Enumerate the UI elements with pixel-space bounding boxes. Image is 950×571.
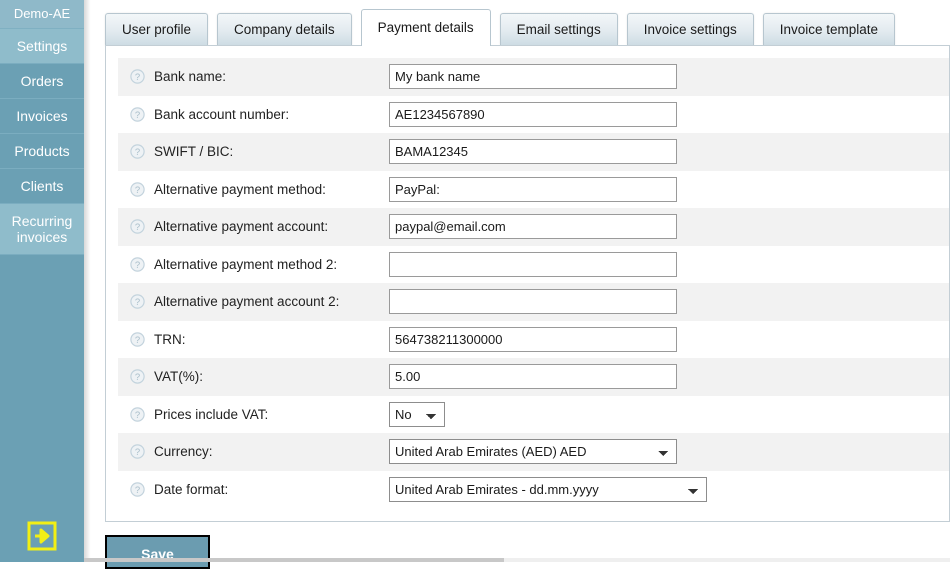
label-bank-account-number: Bank account number: (154, 106, 290, 122)
help-question-icon[interactable]: ? (130, 444, 145, 459)
svg-text:?: ? (135, 72, 140, 83)
svg-text:?: ? (135, 335, 140, 346)
svg-text:?: ? (135, 260, 140, 271)
tab-label: Company details (234, 22, 335, 37)
help-question-icon[interactable]: ? (130, 369, 145, 384)
tab-invoice-template[interactable]: Invoice template (762, 13, 896, 46)
svg-text:?: ? (135, 447, 140, 458)
help-question-icon[interactable]: ? (130, 482, 145, 497)
alt-payment-account-input[interactable] (389, 214, 677, 240)
svg-text:?: ? (135, 372, 140, 383)
tab-company-details[interactable]: Company details (217, 13, 352, 46)
horizontal-scrollbar-thumb[interactable] (84, 558, 504, 562)
sidebar-item-label: Orders (20, 73, 64, 89)
tab-label: Email settings (516, 22, 601, 37)
swift-bic-input[interactable] (389, 139, 677, 165)
sidebar-item-settings[interactable]: Settings (0, 29, 84, 64)
label-prices-include-vat: Prices include VAT: (154, 406, 269, 422)
help-question-icon[interactable]: ? (130, 294, 145, 309)
tab-label: Invoice template (779, 22, 879, 37)
label-date-format: Date format: (154, 481, 229, 497)
label-currency: Currency: (154, 444, 213, 460)
tab-label: Payment details (377, 20, 474, 35)
tab-invoice-settings[interactable]: Invoice settings (626, 13, 754, 46)
svg-text:?: ? (135, 222, 140, 233)
sidebar-item-recurring-invoices[interactable]: Recurring invoices (0, 204, 84, 255)
horizontal-scrollbar[interactable] (84, 558, 950, 562)
sidebar-item-label: Invoices (16, 108, 68, 124)
sidebar-item-label: Products (14, 143, 70, 159)
label-alt-payment-account-2: Alternative payment account 2: (154, 294, 340, 310)
form-row-alt-payment-account-2: ? Alternative payment account 2: (118, 283, 949, 321)
form-row-date-format: ? Date format: United Arab Emirates - dd.m… (118, 470, 949, 508)
prices-include-vat-select[interactable]: NoYes (389, 401, 445, 427)
logout-wrap (0, 521, 84, 554)
form-row-bank-account-number: ? Bank account number: (118, 95, 949, 133)
tab-email-settings[interactable]: Email settings (499, 13, 618, 46)
svg-text:?: ? (135, 147, 140, 158)
save-button[interactable]: Save (105, 535, 210, 569)
form-row-swift-bic: ? SWIFT / BIC: (118, 133, 949, 171)
svg-text:?: ? (135, 110, 140, 121)
svg-text:?: ? (135, 410, 140, 421)
help-question-icon[interactable]: ? (130, 107, 145, 122)
form-row-prices-include-vat: ? Prices include VAT: NoYes (118, 395, 949, 433)
label-alt-payment-method-2: Alternative payment method 2: (154, 256, 338, 272)
help-question-icon[interactable]: ? (130, 219, 145, 234)
alt-payment-method-input[interactable] (389, 176, 677, 202)
sidebar-item-label: Settings (16, 38, 68, 54)
help-question-icon[interactable]: ? (130, 69, 145, 84)
bank-account-number-input[interactable] (389, 101, 677, 127)
tab-label: User profile (122, 22, 192, 37)
alt-payment-method-2-input[interactable] (389, 251, 677, 277)
vat-percent-input[interactable] (389, 364, 677, 390)
trn-input[interactable] (389, 326, 677, 352)
label-alt-payment-account: Alternative payment account: (154, 219, 329, 235)
form-row-alt-payment-method-2: ? Alternative payment method 2: (118, 245, 949, 283)
bank-name-input[interactable] (389, 64, 677, 90)
help-question-icon[interactable]: ? (130, 182, 145, 197)
currency-select[interactable]: United Arab Emirates (AED) AED (389, 439, 677, 465)
svg-text:?: ? (135, 297, 140, 308)
sidebar-item-label: Clients (20, 178, 64, 194)
form-row-currency: ? Currency: United Arab Emirates (AED) AED (118, 433, 949, 471)
tabstrip: User profile Company details Payment detai… (105, 9, 950, 46)
sidebar-brand: Demo-AE (0, 0, 84, 29)
payment-details-form: ? Bank name:? Bank account number:? SWIFT /… (106, 58, 949, 508)
svg-text:?: ? (135, 485, 140, 496)
svg-text:?: ? (135, 185, 140, 196)
payment-details-panel: ? Bank name:? Bank account number:? SWIFT /… (105, 45, 950, 522)
form-row-vat-percent: ? VAT(%): (118, 358, 949, 396)
sidebar-item-invoices[interactable]: Invoices (0, 99, 84, 134)
label-vat-percent: VAT(%): (154, 369, 203, 385)
form-row-trn: ? TRN: (118, 320, 949, 358)
label-swift-bic: SWIFT / BIC: (154, 144, 234, 160)
date-format-select[interactable]: United Arab Emirates - dd.mm.yyyy (389, 476, 707, 502)
sidebar-item-clients[interactable]: Clients (0, 169, 84, 204)
form-row-alt-payment-account: ? Alternative payment account: (118, 208, 949, 246)
help-question-icon[interactable]: ? (130, 407, 145, 422)
sidebar-item-orders[interactable]: Orders (0, 64, 84, 99)
form-row-bank-name: ? Bank name: (118, 58, 949, 96)
help-question-icon[interactable]: ? (130, 257, 145, 272)
label-alt-payment-method: Alternative payment method: (154, 181, 326, 197)
logout-arrow-icon[interactable] (27, 521, 57, 551)
label-trn: TRN: (154, 331, 186, 347)
tab-user-profile[interactable]: User profile (105, 13, 209, 46)
sidebar-shadow (84, 0, 94, 562)
sidebar-nav: Settings Orders Invoices Products Clients Rec… (0, 29, 84, 255)
sidebar-item-label: Recurring invoices (11, 213, 73, 245)
form-row-alt-payment-method: ? Alternative payment method: (118, 170, 949, 208)
tab-payment-details[interactable]: Payment details (360, 9, 491, 46)
label-bank-name: Bank name: (154, 69, 227, 85)
help-question-icon[interactable]: ? (130, 144, 145, 159)
alt-payment-account-2-input[interactable] (389, 289, 677, 315)
tab-label: Invoice settings (643, 22, 737, 37)
sidebar-item-products[interactable]: Products (0, 134, 84, 169)
help-question-icon[interactable]: ? (130, 332, 145, 347)
sidebar: Demo-AE Settings Orders Invoices Products Cl… (0, 0, 84, 562)
